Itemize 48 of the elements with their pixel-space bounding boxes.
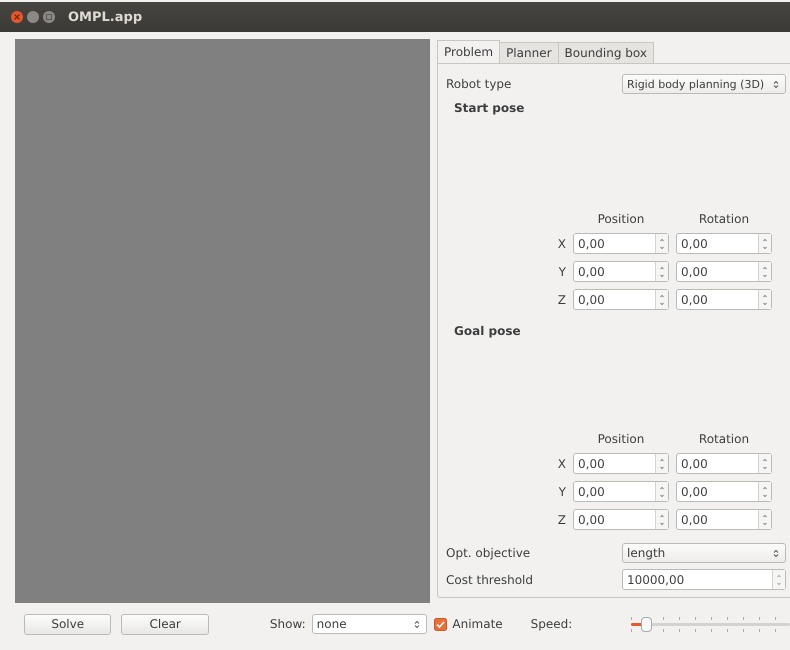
axis-label: Y <box>558 264 566 279</box>
up-down-arrows-icon <box>773 548 779 558</box>
column-header: Position <box>596 432 646 446</box>
window-title: OMPL.app <box>68 10 142 24</box>
column-header: Position <box>596 212 646 226</box>
solve-button[interactable]: Solve <box>24 614 112 634</box>
robot-type-dropdown[interactable]: Rigid body planning (3D) <box>622 74 786 94</box>
tab[interactable]: Planner <box>499 42 559 63</box>
spin-box[interactable]: 0,00 <box>573 289 669 310</box>
pose-title: Start pose <box>454 101 526 116</box>
spin-box[interactable]: 0,00 <box>676 509 772 530</box>
cost-threshold-spin-box[interactable]: 10000,00 <box>622 569 786 590</box>
up-down-arrows-icon <box>414 620 420 628</box>
opt-objective-dropdown[interactable]: length <box>622 543 786 564</box>
column-header: Rotation <box>698 212 750 226</box>
tab[interactable]: Problem <box>437 40 500 63</box>
spin-box[interactable]: 0,00 <box>573 453 669 474</box>
spin-box[interactable]: 0,00 <box>573 509 669 530</box>
spin-box[interactable]: 0,00 <box>676 289 772 310</box>
slider-handle[interactable] <box>641 616 652 632</box>
spin-box[interactable]: 0,00 <box>676 233 772 254</box>
spin-box[interactable]: 0,00 <box>573 481 669 502</box>
robot-type-label: Robot type <box>446 77 512 92</box>
axis-label: Z <box>556 512 566 527</box>
pose-title: Goal pose <box>454 324 522 338</box>
show-dropdown[interactable]: none <box>312 614 428 634</box>
minimize-icon[interactable] <box>27 11 39 23</box>
spin-box[interactable]: 0,00 <box>676 481 772 502</box>
speed-slider[interactable] <box>631 616 790 632</box>
spin-box[interactable]: 0,00 <box>573 261 669 282</box>
clear-button[interactable]: Clear <box>121 614 209 634</box>
axis-label: X <box>556 456 566 471</box>
axis-label: Z <box>556 292 566 307</box>
axis-label: X <box>556 236 566 251</box>
animate-checkbox[interactable]: Animate <box>434 617 503 631</box>
cost-threshold-label: Cost threshold <box>446 572 534 587</box>
tab[interactable]: Bounding box <box>558 42 654 63</box>
up-down-arrows-icon <box>773 80 779 89</box>
spin-box[interactable]: 0,00 <box>573 233 669 254</box>
maximize-icon[interactable] <box>43 11 55 23</box>
spin-box[interactable]: 0,00 <box>676 261 772 282</box>
spin-box[interactable]: 0,00 <box>676 453 772 474</box>
axis-label: Y <box>558 484 566 499</box>
column-header: Rotation <box>698 432 750 446</box>
show-label: Show: <box>270 617 306 631</box>
opt-objective-label: Opt. objective <box>446 546 530 560</box>
speed-label: Speed: <box>530 617 572 631</box>
close-icon[interactable] <box>11 11 23 23</box>
